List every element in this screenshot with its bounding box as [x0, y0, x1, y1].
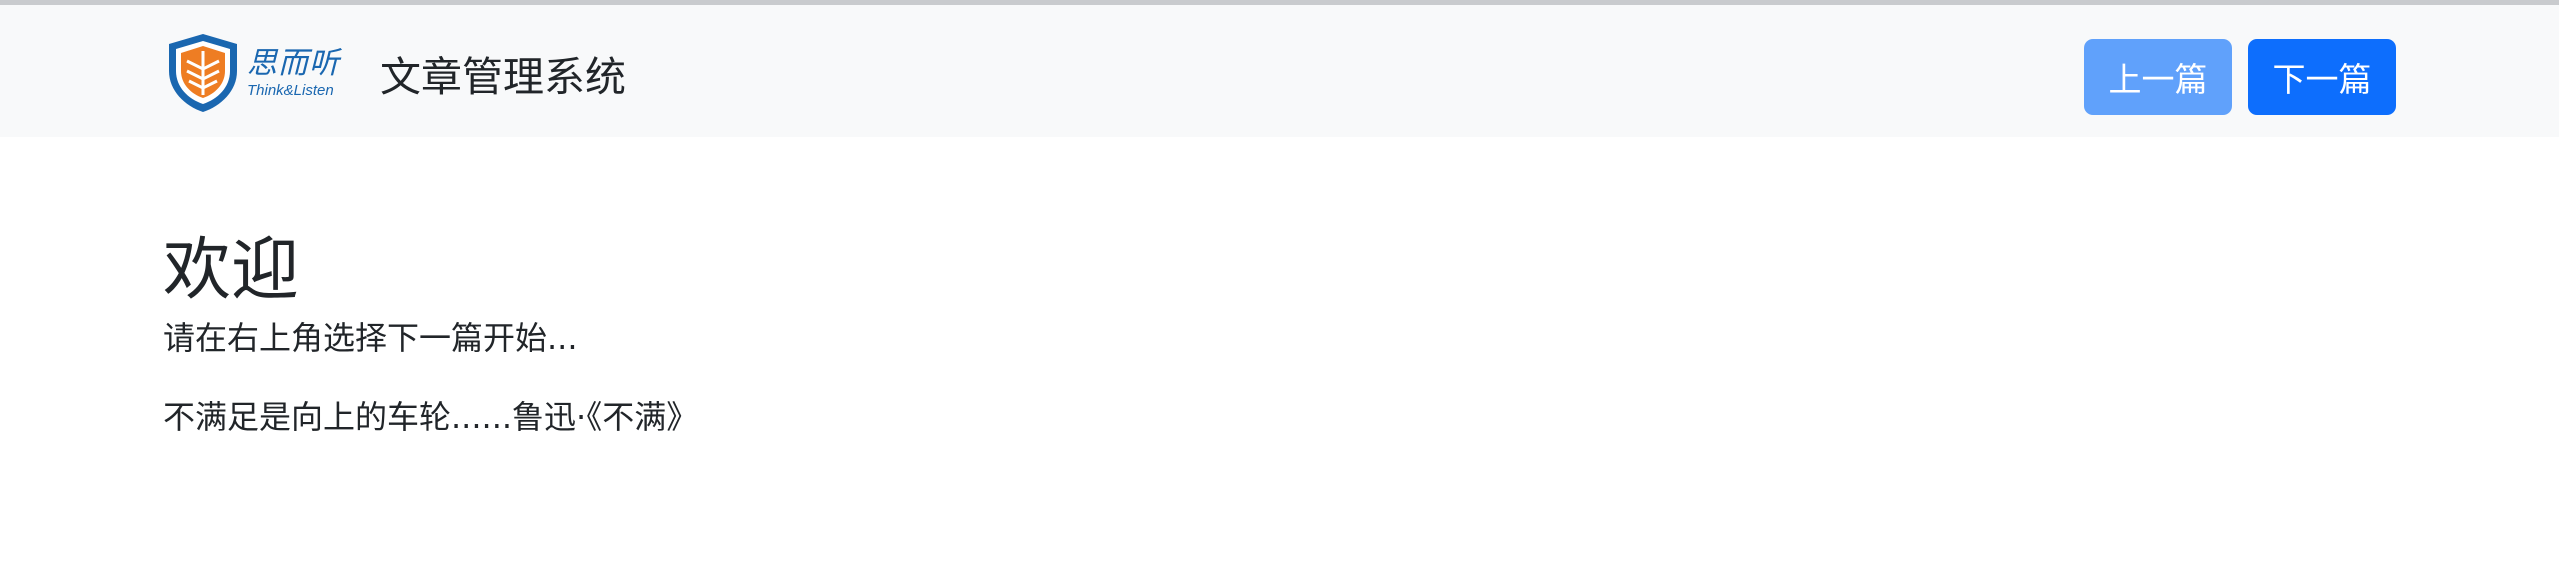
main-content: 欢迎 请在右上角选择下一篇开始... 不满足是向上的车轮......鲁迅·《不满…	[163, 230, 2363, 439]
next-article-button[interactable]: 下一篇	[2248, 39, 2396, 115]
navbar: 思而听 Think&Listen 文章管理系统 上一篇 下一篇	[0, 5, 2559, 137]
shield-logo-icon	[169, 34, 237, 112]
logo-text: 思而听 Think&Listen	[247, 45, 340, 99]
welcome-subtitle: 请在右上角选择下一篇开始...	[163, 318, 578, 357]
quote-text: 不满足是向上的车轮......鲁迅·《不满》	[163, 398, 699, 437]
app-title: 文章管理系统	[380, 53, 626, 101]
welcome-heading: 欢迎	[163, 231, 300, 310]
brand[interactable]: 思而听 Think&Listen 文章管理系统	[163, 29, 626, 117]
logo: 思而听 Think&Listen	[163, 29, 340, 117]
logo-cn-text: 思而听	[247, 45, 340, 81]
logo-en-text: Think&Listen	[247, 81, 334, 99]
prev-article-button[interactable]: 上一篇	[2084, 39, 2232, 115]
